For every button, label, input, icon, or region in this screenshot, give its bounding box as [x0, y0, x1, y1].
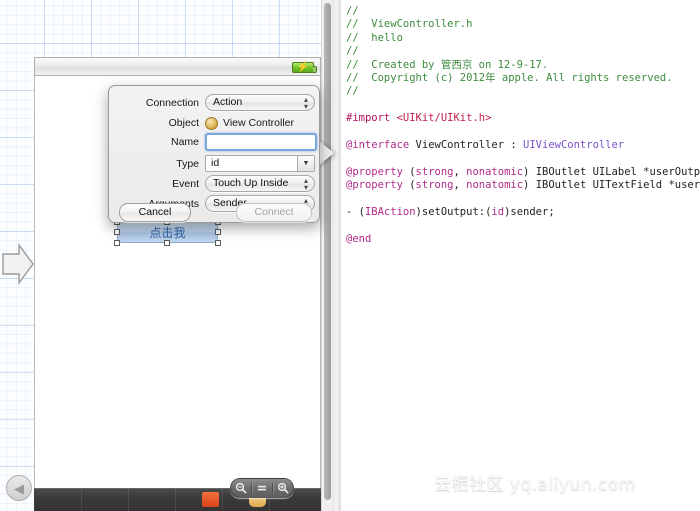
xcode-window: ⚡ 点击我 ◀ // // ViewController.h // hello …	[0, 0, 700, 511]
code-token: strong	[415, 165, 454, 178]
connection-popover-dialog[interactable]: Connection Action ▴ ▾ Object View Control…	[108, 85, 320, 223]
code-token: // hello	[346, 31, 403, 44]
type-value: id	[211, 157, 220, 169]
code-token: @property	[346, 165, 410, 178]
selection-handle[interactable]	[215, 240, 221, 246]
name-input[interactable]	[205, 133, 317, 151]
label-object: Object	[168, 117, 199, 129]
selection-handle[interactable]	[114, 240, 120, 246]
code-line: #import <UIKit/UIKit.h>	[346, 112, 700, 125]
code-line: //	[346, 5, 700, 18]
code-token: :	[504, 139, 524, 152]
label-name: Name	[170, 136, 199, 148]
row-object: Object View Controller	[109, 114, 319, 132]
device-status-bar: ⚡	[34, 57, 321, 76]
bolt-glyph: ⚡	[296, 61, 310, 73]
battery-charging-icon: ⚡	[292, 61, 317, 73]
row-event: Event Touch Up Inside ▴ ▾	[109, 175, 319, 193]
zoom-in-icon[interactable]	[273, 479, 293, 497]
row-name: Name	[109, 133, 319, 151]
code-token: @interface	[346, 139, 416, 152]
object-value: View Controller	[223, 117, 295, 129]
row-connection: Connection Action ▴ ▾	[109, 94, 319, 112]
code-token: // Created by 管西京 on 12-9-17.	[346, 58, 549, 71]
selection-handle[interactable]	[114, 229, 120, 235]
entry-point-arrow-icon[interactable]	[2, 240, 34, 288]
stepper-icon[interactable]: ▴▾	[304, 177, 308, 192]
chevron-down-icon[interactable]: ▼	[297, 156, 314, 171]
code-token: ,	[453, 179, 467, 192]
source-editor-pane[interactable]: //// ViewController.h// hello//// Create…	[341, 0, 700, 511]
code-token: strong	[415, 179, 454, 192]
type-combo-box[interactable]: id ▼	[205, 155, 315, 172]
code-token: )sender;	[504, 206, 555, 219]
code-line: //	[346, 45, 700, 58]
code-token: UIViewController	[523, 139, 625, 152]
selection-handle[interactable]	[164, 240, 170, 246]
code-token: - (	[346, 206, 365, 219]
code-line: // hello	[346, 32, 700, 45]
stepper-icon[interactable]: ▴▾	[304, 96, 308, 111]
code-token: ViewController	[415, 139, 505, 152]
code-token: @end	[346, 232, 372, 245]
connection-popup-button[interactable]: Action ▴ ▾	[205, 94, 315, 111]
code-token: ,	[453, 165, 467, 178]
code-line: // ViewController.h	[346, 18, 700, 31]
code-token: nonatomic	[466, 179, 524, 192]
code-line: @end	[346, 233, 700, 246]
canvas-back-button[interactable]: ◀	[6, 475, 32, 501]
view-controller-icon	[205, 116, 218, 130]
canvas-scrollbar-thumb[interactable]	[324, 3, 331, 500]
code-token: id	[491, 206, 505, 219]
chevron-left-glyph: ◀	[14, 480, 24, 496]
code-token: ) IBOutlet UILabel *userOutput;	[523, 165, 700, 178]
canvas-zoom-controls[interactable]	[230, 478, 294, 498]
label-type: Type	[176, 158, 199, 170]
code-line: - (IBAction)setOutput:(id)sender;	[346, 206, 700, 219]
event-value: Touch Up Inside	[213, 177, 289, 189]
interface-builder-canvas[interactable]: ⚡ 点击我 ◀	[0, 0, 332, 511]
code-token: //	[346, 45, 359, 58]
code-token: //	[346, 85, 359, 98]
code-token: #import	[346, 112, 397, 125]
code-token: IBAction	[364, 206, 416, 219]
code-token: <UIKit/UIKit.h>	[396, 112, 492, 125]
selection-handle[interactable]	[215, 229, 221, 235]
zoom-actual-size-icon[interactable]	[252, 479, 272, 497]
zoom-out-icon[interactable]	[231, 479, 251, 497]
canvas-scrollbar-track[interactable]	[321, 0, 332, 511]
code-token: nonatomic	[466, 165, 524, 178]
code-line: // Created by 管西京 on 12-9-17.	[346, 59, 700, 72]
label-event: Event	[172, 178, 199, 190]
event-popup-button[interactable]: Touch Up Inside ▴ ▾	[205, 175, 315, 192]
code-line: // Copyright (c) 2012年 apple. All rights…	[346, 72, 700, 85]
code-token: @property	[346, 179, 410, 192]
cancel-button[interactable]: Cancel	[119, 203, 191, 222]
code-token: )setOutput:(	[415, 206, 492, 219]
code-line: @property (strong, nonatomic) IBOutlet U…	[346, 166, 700, 179]
connect-button: Connect	[236, 203, 312, 222]
code-token: //	[346, 5, 359, 17]
code-line: @property (strong, nonatomic) IBOutlet U…	[346, 179, 700, 192]
source-code-text[interactable]: //// ViewController.h// hello//// Create…	[346, 5, 700, 246]
code-token: // ViewController.h	[346, 18, 473, 31]
tab-bar-item-icon[interactable]	[202, 492, 219, 507]
code-line: //	[346, 85, 700, 98]
code-token: ) IBOutlet UITextField *userInput;	[523, 179, 700, 192]
row-type: Type id ▼	[109, 155, 319, 173]
connection-value: Action	[213, 96, 243, 108]
code-line: @interface ViewController : UIViewContro…	[346, 139, 700, 152]
popover-pointer	[318, 140, 334, 166]
label-connection: Connection	[145, 97, 199, 109]
code-token: // Copyright (c) 2012年 apple. All rights…	[346, 72, 673, 85]
ui-button-label: 点击我	[149, 226, 186, 240]
